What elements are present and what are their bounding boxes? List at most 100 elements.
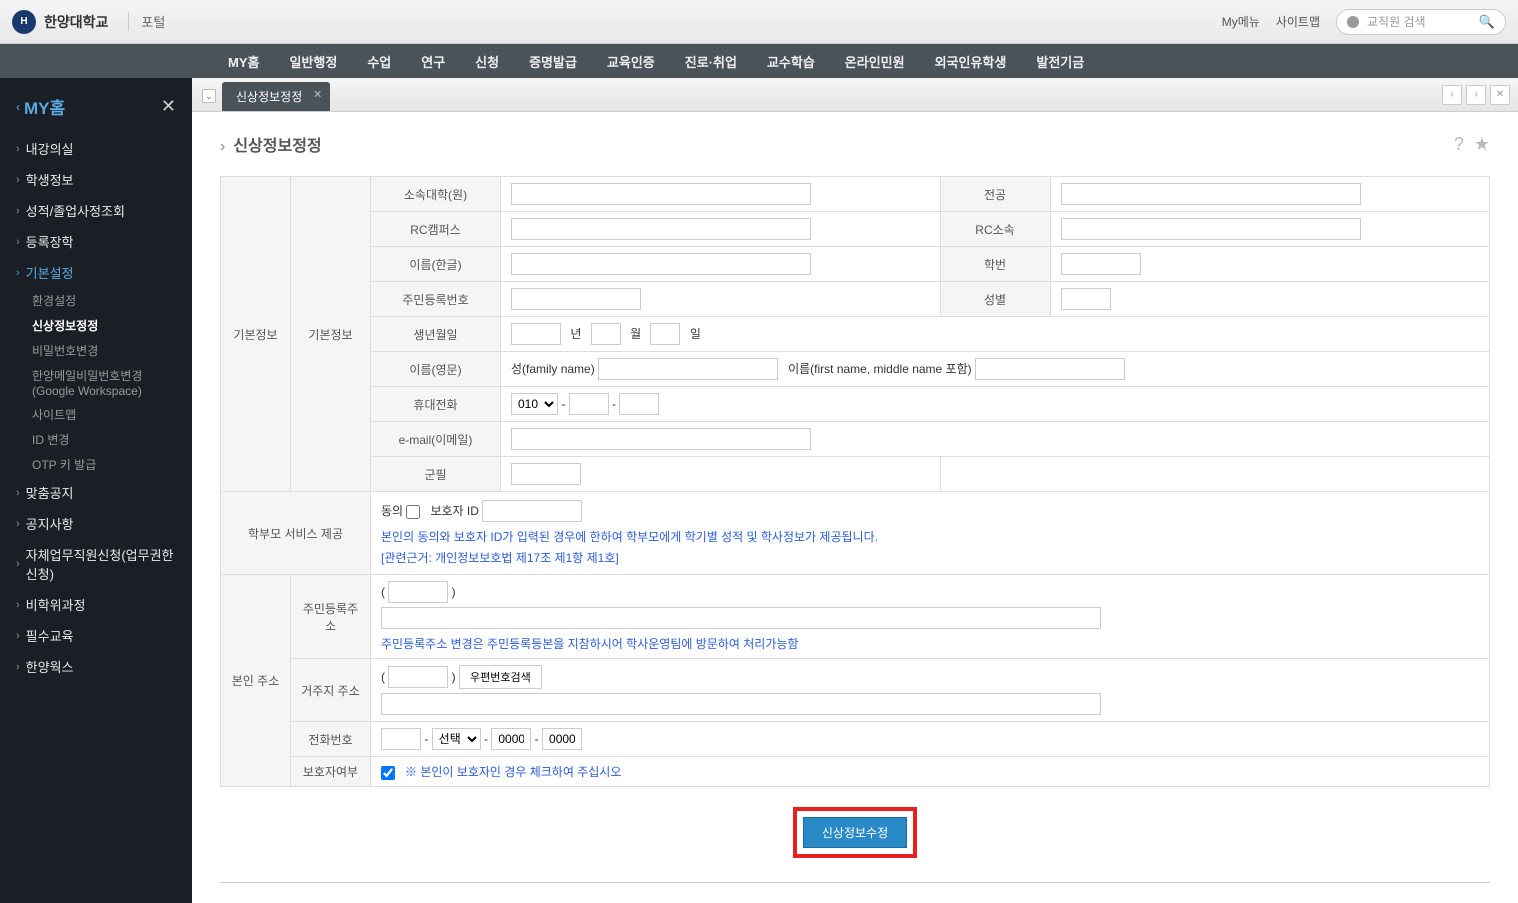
select-phone-prefix[interactable]: 010 [511,393,558,415]
nav-career[interactable]: 진로·취업 [685,52,737,71]
note-guardian: ※ 본인이 보호자인 경우 체크하여 주십시오 [405,765,621,779]
input-guardian-id[interactable] [482,500,582,522]
checkbox-guardian[interactable] [381,766,395,780]
search-placeholder: 교직원 검색 [1367,13,1426,30]
tab-personal-info[interactable]: 신상정보정정 ✕ [222,82,330,111]
tab-prev-button[interactable]: ‹ [1442,85,1462,105]
submit-highlight-box: 신상정보수정 [793,807,917,858]
label-email: e-mail(이메일) [371,422,501,457]
input-res-zip[interactable] [388,666,448,688]
input-gender[interactable] [1061,288,1111,310]
input-email[interactable] [511,428,811,450]
section-address: 본인 주소 [221,575,291,787]
tab-next-button[interactable]: › [1466,85,1486,105]
nav-myhome[interactable]: MY홈 [228,52,259,71]
page-title-row: 신상정보정정 ? ★ [220,132,1490,156]
input-studentno[interactable] [1061,253,1141,275]
input-rrn-addr[interactable] [381,607,1101,629]
label-residence: 거주지 주소 [291,659,371,722]
nav-online[interactable]: 온라인민원 [845,52,905,71]
sidebar-item-notice-custom[interactable]: 맞춤공지 [0,477,192,508]
sidebar-item-grades[interactable]: 성적/졸업사정조회 [0,195,192,226]
input-birth-year[interactable] [511,323,561,345]
label-rcbelong: RC소속 [940,212,1050,247]
nav-admin[interactable]: 일반행정 [289,52,337,71]
note-parent-1: 본인의 동의와 보호자 ID가 입력된 경우에 한하여 학부모에게 학기별 성적… [381,528,1479,545]
nav-cert[interactable]: 증명발급 [529,52,577,71]
input-rrn-zip[interactable] [388,581,448,603]
label-phone-no: 전화번호 [291,722,371,757]
label-rccampus: RC캠퍼스 [371,212,501,247]
input-rcbelong[interactable] [1061,218,1361,240]
logo-text: 한양대학교 [44,12,108,32]
input-tel-3[interactable] [542,728,582,750]
top-link-sitemap[interactable]: 사이트맵 [1276,13,1320,30]
label-day: 일 [690,327,701,341]
input-tel-2[interactable] [491,728,531,750]
label-consent: 동의 [381,504,403,518]
input-birth-day[interactable] [650,323,680,345]
input-name-kr[interactable] [511,253,811,275]
sidebar-item-myclass[interactable]: 내강의실 [0,133,192,164]
nav-fund[interactable]: 발전기금 [1036,52,1084,71]
top-link-mymenu[interactable]: My메뉴 [1222,13,1260,30]
sidebar-sub-otp[interactable]: OTP 키 발급 [0,452,192,477]
input-college[interactable] [511,183,811,205]
sidebar-sub-idchange[interactable]: ID 변경 [0,427,192,452]
label-first-name: 이름(first name, middle name 포함) [788,362,972,376]
input-first-name[interactable] [975,358,1125,380]
help-icon[interactable]: ? [1454,134,1464,155]
label-guardian-id: 보호자 ID [430,504,478,518]
sidebar-sub-pwd[interactable]: 비밀번호변경 [0,338,192,363]
search-icon[interactable]: 🔍 [1479,14,1495,30]
sidebar-close-icon[interactable]: ✕ [161,96,176,117]
input-phone-end[interactable] [619,393,659,415]
tab-closeall-button[interactable]: ✕ [1490,85,1510,105]
sidebar-item-nondegree[interactable]: 비학위과정 [0,589,192,620]
tab-close-icon[interactable]: ✕ [313,88,322,101]
main-nav: MY홈 일반행정 수업 연구 신청 증명발급 교육인증 진로·취업 교수학습 온… [0,44,1518,78]
nav-apply[interactable]: 신청 [475,52,499,71]
favorite-icon[interactable]: ★ [1474,134,1490,155]
sidebar-sub-sitemap[interactable]: 사이트맵 [0,402,192,427]
select-tel-area[interactable]: 선택 [432,728,481,750]
nav-edu[interactable]: 교육인증 [607,52,655,71]
label-name-kr: 이름(한글) [371,247,501,282]
staff-search-box[interactable]: 교직원 검색 🔍 [1336,9,1506,35]
sidebar-item-mandatory[interactable]: 필수교육 [0,620,192,651]
input-birth-month[interactable] [591,323,621,345]
sidebar-item-staffreq[interactable]: 자체업무직원신청(업무권한신청) [0,539,192,589]
section-basic: 기본정보 [221,177,291,492]
nav-intl[interactable]: 외국인유학생 [935,52,1007,71]
label-name-en: 이름(영문) [371,352,501,387]
input-military[interactable] [511,463,581,485]
nav-research[interactable]: 연구 [421,52,445,71]
sidebar-item-notice[interactable]: 공지사항 [0,508,192,539]
input-rccampus[interactable] [511,218,811,240]
input-phone-mid[interactable] [569,393,609,415]
input-res-addr[interactable] [381,693,1101,715]
submit-button[interactable]: 신상정보수정 [803,817,907,848]
input-rrn[interactable] [511,288,641,310]
sidebar-title: MY홈 [24,94,65,119]
input-family-name[interactable] [598,358,778,380]
sidebar-item-studentinfo[interactable]: 학생정보 [0,164,192,195]
input-tel-1[interactable] [381,728,421,750]
nav-teaching[interactable]: 교수학습 [767,52,815,71]
input-major[interactable] [1061,183,1361,205]
sidebar-sub-mailpwd[interactable]: 한양메일비밀번호변경(Google Workspace) [0,363,192,402]
sidebar-item-registration[interactable]: 등록장학 [0,226,192,257]
sidebar-sub-env[interactable]: 환경설정 [0,288,192,313]
page-title: 신상정보정정 [220,132,322,156]
sidebar-sub-personal[interactable]: 신상정보정정 [0,313,192,338]
sidebar-item-settings[interactable]: 기본설정 [0,257,192,288]
label-phone: 휴대전화 [371,387,501,422]
zip-search-button[interactable]: 우편번호검색 [459,665,542,689]
sidebar-item-hanyangworks[interactable]: 한양웍스 [0,651,192,682]
label-family-name: 성(family name) [511,362,595,376]
nav-class[interactable]: 수업 [367,52,391,71]
checkbox-consent[interactable] [406,505,420,519]
tab-collapse-button[interactable]: ⌄ [202,89,216,103]
top-right: My메뉴 사이트맵 교직원 검색 🔍 [1222,9,1506,35]
label-major: 전공 [940,177,1050,212]
